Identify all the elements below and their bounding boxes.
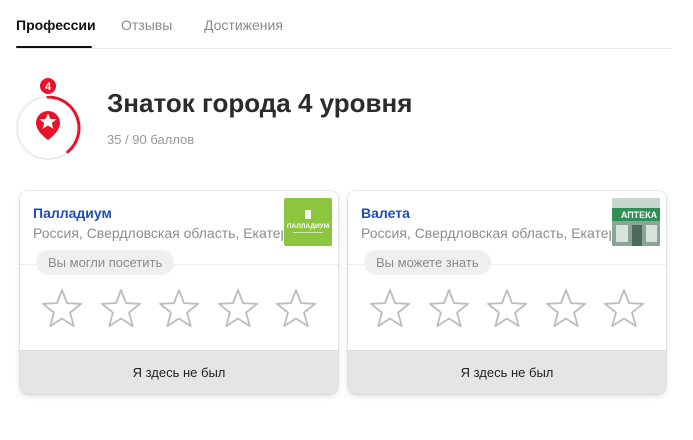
rating-stars[interactable] — [40, 287, 320, 331]
active-tab-indicator — [16, 46, 92, 48]
place-name[interactable]: Палладиум — [33, 205, 112, 221]
visit-hint-badge: Вы могли посетить — [36, 250, 175, 275]
not-visited-button[interactable]: Я здесь не был — [20, 350, 338, 394]
thumb-logo-text: ПАЛЛАДИУМ — [287, 223, 329, 230]
star-outline-icon[interactable] — [216, 287, 260, 331]
tab-achievements[interactable]: Достижения — [204, 17, 283, 33]
place-name[interactable]: Валета — [361, 205, 410, 221]
tab-professions[interactable]: Профессии — [16, 17, 96, 33]
place-thumbnail[interactable]: ПАЛЛАДИУМ — [284, 198, 332, 246]
place-thumbnail[interactable]: АПТЕКА — [612, 198, 660, 246]
star-badge-icon: 4 — [16, 76, 81, 160]
star-outline-icon[interactable] — [427, 287, 471, 331]
star-outline-icon[interactable] — [157, 287, 201, 331]
place-address: Россия, Свердловская область, Екатеринбу… — [33, 225, 283, 241]
not-visited-button[interactable]: Я здесь не был — [348, 350, 666, 394]
star-outline-icon[interactable] — [40, 287, 84, 331]
rating-stars[interactable] — [368, 287, 648, 331]
star-outline-icon[interactable] — [274, 287, 318, 331]
tab-reviews[interactable]: Отзывы — [121, 17, 172, 33]
points-progress: 35 / 90 баллов — [107, 132, 195, 147]
tab-bar: Профессии Отзывы Достижения — [16, 0, 672, 49]
place-card: Валета Россия, Свердловская область, Ека… — [348, 191, 666, 394]
level-number: 4 — [45, 81, 52, 93]
star-outline-icon[interactable] — [99, 287, 143, 331]
place-card: Палладиум Россия, Свердловская область, … — [20, 191, 338, 394]
star-outline-icon[interactable] — [485, 287, 529, 331]
thumb-sign-text: АПТЕКА — [621, 210, 658, 220]
star-outline-icon[interactable] — [544, 287, 588, 331]
star-outline-icon[interactable] — [368, 287, 412, 331]
place-address: Россия, Свердловская область, Екатеринбу… — [361, 225, 611, 241]
achievement-badge: 4 — [14, 76, 94, 164]
page-title: Знаток города 4 уровня — [107, 88, 413, 118]
visit-hint-badge: Вы можете знать — [364, 250, 491, 275]
star-outline-icon[interactable] — [602, 287, 646, 331]
